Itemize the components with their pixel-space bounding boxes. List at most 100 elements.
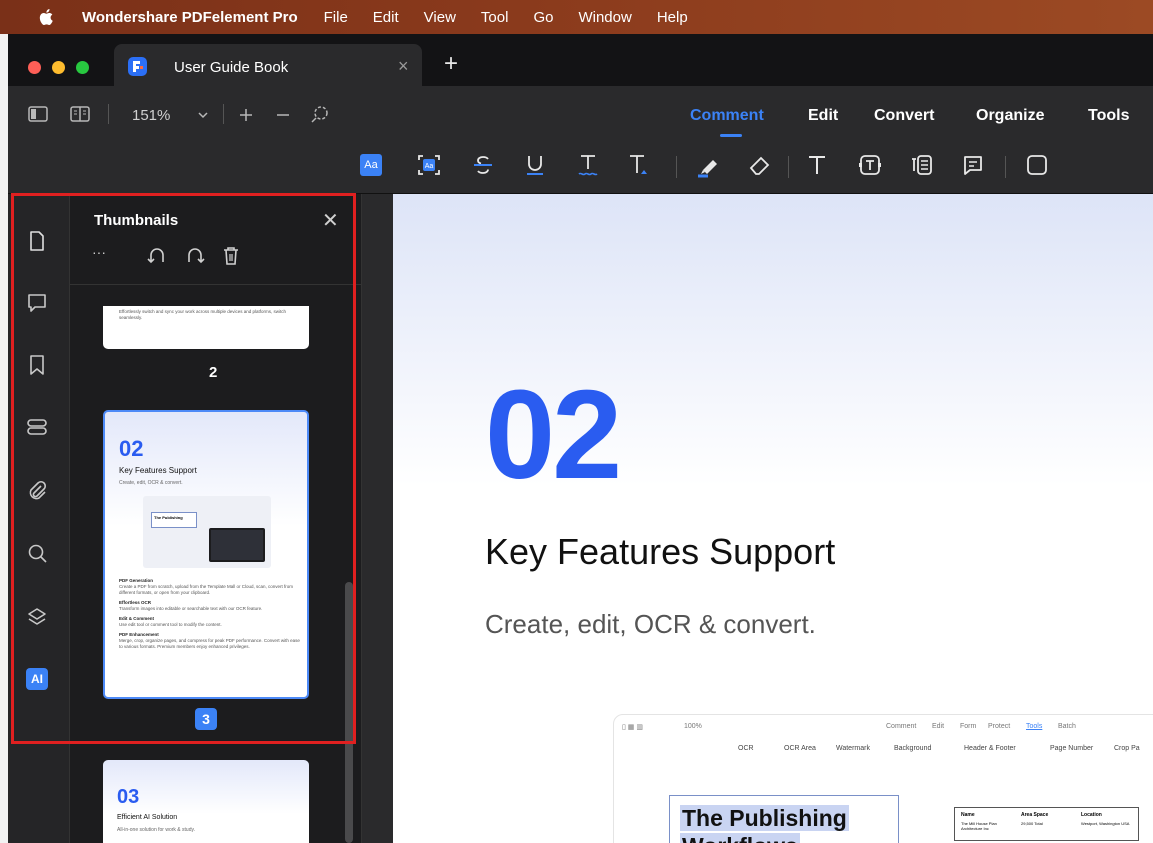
annotation-toolbar: Aa Aa [8, 138, 1153, 194]
squiggly-icon[interactable] [571, 148, 605, 182]
menu-bar: Wondershare PDFelement Pro File Edit Vie… [0, 0, 1153, 34]
fields-icon[interactable] [26, 416, 48, 438]
inner-tool: Crop Pa [1114, 745, 1140, 752]
apple-icon[interactable] [38, 7, 56, 27]
callout-icon[interactable] [905, 148, 939, 182]
svg-text:Aa: Aa [425, 163, 434, 170]
thumbnail-big-number: 02 [119, 436, 144, 461]
minimize-window-button[interactable] [52, 61, 65, 74]
tab-close-icon[interactable]: × [398, 56, 409, 77]
shape-icon[interactable] [1020, 148, 1054, 182]
menu-view[interactable]: View [424, 9, 456, 26]
thumbnail-page-4[interactable]: 03 Efficient AI Solution All-in-one solu… [103, 760, 309, 843]
inner-tool: Header & Footer [964, 745, 1016, 752]
zoom-level[interactable]: 151% [132, 107, 170, 124]
document-tab[interactable]: User Guide Book × [114, 44, 422, 86]
single-page-view-icon[interactable] [28, 106, 48, 122]
rotate-left-icon[interactable] [147, 246, 167, 266]
page-number-3: 3 [195, 708, 217, 730]
inner-tool: OCR Area [784, 745, 816, 752]
mini-table-cell: Westport, Washington USA [1081, 821, 1130, 826]
search-icon[interactable] [26, 542, 48, 564]
insert-text-icon[interactable] [621, 148, 655, 182]
pdfelement-logo-icon [128, 57, 147, 76]
menu-edit[interactable]: Edit [373, 9, 399, 26]
toolbar-divider [788, 156, 789, 178]
eraser-icon[interactable] [743, 148, 777, 182]
thumbnails-panel: Thumbnails ✕ ··· Effortlessly switch and… [70, 194, 362, 843]
zoom-out-icon[interactable] [276, 114, 290, 116]
tab-convert[interactable]: Convert [874, 107, 934, 125]
mini-table-cell: The Mill House Plan Architecture Inc [961, 821, 997, 831]
thumbnail-illustration: The Publishing [143, 496, 271, 568]
zoom-window-button[interactable] [76, 61, 89, 74]
note-icon[interactable] [956, 148, 990, 182]
thumbnail-sections: PDF Generation Create a PDF from scratch… [119, 578, 301, 650]
bookmark-icon[interactable] [26, 354, 48, 376]
inner-zoom: 100% [684, 723, 702, 730]
inner-tab: Comment [886, 723, 917, 730]
toolbar-divider [223, 104, 224, 124]
app-name-menu[interactable]: Wondershare PDFelement Pro [82, 9, 298, 26]
highlight-text-icon[interactable]: Aa [354, 148, 388, 182]
selected-text-line: Workflows [680, 833, 800, 843]
menu-window[interactable]: Window [578, 9, 631, 26]
thumbnail-page-2[interactable]: Effortlessly switch and sync your work a… [103, 306, 309, 349]
attachment-icon[interactable] [26, 480, 48, 502]
section-body: Transform images into editable or search… [119, 606, 263, 611]
area-highlight-icon[interactable]: Aa [412, 148, 446, 182]
thumbnail-snippet: Effortlessly switch and sync your work a… [119, 309, 286, 320]
close-panel-icon[interactable]: ✕ [322, 208, 339, 233]
two-page-view-icon[interactable] [70, 106, 90, 122]
new-tab-button[interactable]: + [444, 52, 458, 76]
close-window-button[interactable] [28, 61, 41, 74]
page-number-2: 2 [209, 364, 218, 381]
page-icon[interactable] [26, 230, 48, 252]
textbox-icon[interactable] [853, 148, 887, 182]
zoom-in-icon[interactable] [239, 108, 253, 122]
chevron-down-icon[interactable] [198, 112, 208, 119]
text-icon[interactable] [800, 148, 834, 182]
comment-icon[interactable] [26, 292, 48, 314]
layers-icon[interactable] [26, 606, 48, 628]
tab-organize[interactable]: Organize [976, 107, 1044, 125]
toolbar-divider [1005, 156, 1006, 178]
thumbnail-page-3[interactable]: 02 Key Features Support Create, edit, OC… [103, 410, 309, 699]
fit-zoom-icon[interactable] [310, 104, 330, 124]
highlight-text-label: Aa [360, 154, 382, 176]
app-window: User Guide Book × + 151% Comment Edit Co… [8, 34, 1153, 843]
page-subheading: Create, edit, OCR & convert. [485, 609, 816, 639]
strikethrough-icon[interactable] [466, 148, 500, 182]
embedded-screenshot: ▯ ▦ ▥ 100% Comment Edit Form Protect Too… [613, 714, 1153, 843]
tab-title: User Guide Book [174, 59, 289, 76]
thumbnail-illustration-device [209, 528, 265, 562]
panel-scrollbar[interactable] [345, 582, 353, 843]
mini-table-header: Location [1081, 812, 1102, 818]
menu-go[interactable]: Go [533, 9, 553, 26]
thumbnail-big-number: 03 [117, 786, 140, 808]
main-toolbar: 151% Comment Edit Convert Organize Tools [8, 86, 1153, 138]
marker-icon[interactable] [691, 148, 725, 182]
thumbnail-sub: All-in-one solution for work & study. [117, 827, 195, 833]
menu-file[interactable]: File [324, 9, 348, 26]
panel-divider [70, 284, 361, 285]
selected-text: The Publishing Workflows [680, 804, 849, 843]
tab-comment[interactable]: Comment [690, 107, 764, 125]
inner-tab: Tools [1026, 723, 1043, 730]
section-body: Use edit tool or comment tool to modify … [119, 622, 222, 627]
tab-tools[interactable]: Tools [1088, 107, 1129, 125]
tab-edit[interactable]: Edit [808, 107, 838, 125]
menu-help[interactable]: Help [657, 9, 688, 26]
delete-icon[interactable] [222, 246, 240, 266]
thumbnail-illustration-box: The Publishing [151, 512, 197, 528]
toolbar-divider [676, 156, 677, 178]
more-options-icon[interactable]: ··· [92, 244, 106, 260]
rotate-right-icon[interactable] [185, 246, 205, 266]
inner-tab: Form [960, 723, 977, 730]
ai-icon[interactable]: AI [26, 668, 48, 690]
mini-table-header: Area Space [1021, 812, 1049, 818]
inner-tool: OCR [738, 745, 754, 752]
underline-icon[interactable] [518, 148, 552, 182]
page-heading: Key Features Support [485, 531, 836, 572]
menu-tool[interactable]: Tool [481, 9, 509, 26]
